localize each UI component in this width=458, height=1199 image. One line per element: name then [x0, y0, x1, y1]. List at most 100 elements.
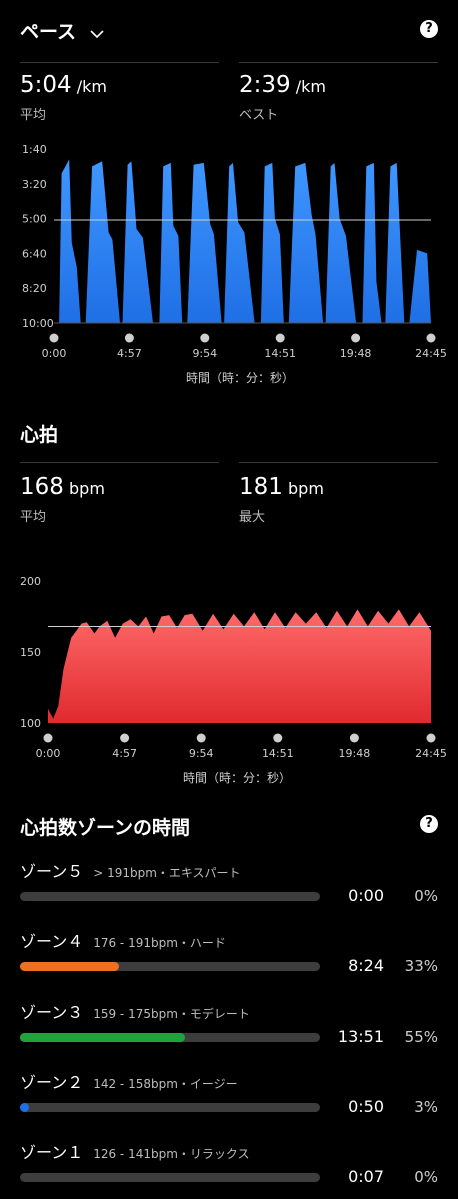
zones-title: 心拍数ゾーンの時間 [20, 817, 191, 839]
pace-title: ペース [20, 21, 77, 43]
zone-progress-track [20, 962, 320, 971]
zone-row: ゾーン２ 142 - 158bpm・イージー 0:50 3% [20, 1069, 440, 1129]
zone-range: 176 - 191bpm・ハード [93, 936, 226, 950]
zones-help-icon[interactable]: ? [420, 815, 438, 833]
hr-x-tick-dot [349, 733, 359, 743]
heart-rate-max-value: 181 [239, 474, 283, 500]
zone-name: ゾーン５ [20, 862, 84, 881]
zone-header: ゾーン５ > 191bpm・エキスパート [20, 858, 241, 882]
zone-percent: 3% [414, 1098, 438, 1116]
hr-y-tick-label: 200 [20, 575, 41, 588]
pace-x-tick-label: 0:00 [42, 347, 67, 360]
hr-x-tick-label: 24:45 [415, 747, 447, 760]
pace-best-unit: /km [295, 77, 326, 96]
hr-x-tick-dot [196, 733, 206, 743]
pace-x-tick-dot [124, 333, 134, 343]
zone-row: ゾーン１ 126 - 141bpm・リラックス 0:07 0% [20, 1139, 440, 1199]
zone-header: ゾーン２ 142 - 158bpm・イージー [20, 1069, 238, 1093]
zone-percent: 33% [404, 957, 438, 975]
zone-range: 159 - 175bpm・モデレート [93, 1007, 250, 1021]
zone-percent: 0% [414, 1168, 438, 1186]
zone-row: ゾーン４ 176 - 191bpm・ハード 8:24 33% [20, 928, 440, 988]
hr-x-tick-label: 0:00 [36, 747, 61, 760]
zone-range: 126 - 141bpm・リラックス [93, 1147, 250, 1161]
heart-rate-average-unit: bpm [69, 479, 105, 498]
pace-x-tick-label: 19:48 [340, 347, 372, 360]
heart-rate-title: 心拍 [20, 424, 59, 446]
zone-progress-fill [20, 1033, 185, 1042]
pace-x-tick-label: 9:54 [192, 347, 217, 360]
pace-help-icon[interactable]: ? [420, 20, 438, 38]
hr-x-tick-dot [426, 733, 436, 743]
zone-progress-track [20, 892, 320, 901]
pace-y-tick-label: 1:40 [22, 143, 47, 156]
zone-time: 13:51 [337, 1027, 384, 1046]
heart-rate-average-value: 168 [20, 474, 64, 500]
zone-name: ゾーン３ [20, 1003, 84, 1022]
hr-y-tick-label: 100 [20, 717, 41, 730]
pace-average-label: 平均 [20, 108, 47, 123]
zone-time: 0:00 [348, 886, 384, 905]
pace-chart: 1:40 3:20 5:00 6:40 8:20 10:00 0:00 4:57 9:54 14:… [22, 143, 447, 385]
zone-time: 8:24 [348, 956, 384, 975]
zone-name: ゾーン１ [20, 1143, 84, 1162]
pace-x-tick-label: 24:45 [415, 347, 447, 360]
pace-x-tick-dot [426, 333, 436, 343]
pace-x-axis-label: 時間（時：分：秒） [186, 371, 294, 385]
pace-x-tick-dot [200, 333, 210, 343]
hr-y-tick-label: 150 [20, 646, 41, 659]
pace-average-value: 5:04 [20, 72, 72, 98]
zone-progress-fill [20, 1103, 29, 1112]
zone-row: ゾーン５ > 191bpm・エキスパート 0:00 0% [20, 858, 440, 918]
zone-progress-track [20, 1033, 320, 1042]
pace-best: 2:39 /km [239, 72, 326, 98]
pace-average: 5:04 /km [20, 72, 107, 98]
pace-x-tick-label: 14:51 [264, 347, 296, 360]
zone-progress-fill [20, 962, 119, 971]
divider [20, 62, 219, 63]
zone-header: ゾーン４ 176 - 191bpm・ハード [20, 928, 226, 952]
zone-range: > 191bpm・エキスパート [93, 866, 241, 880]
pace-area [54, 159, 431, 323]
divider [239, 62, 438, 63]
heart-rate-max: 181 bpm [239, 474, 324, 500]
heart-rate-max-unit: bpm [288, 479, 324, 498]
zone-header: ゾーン１ 126 - 141bpm・リラックス [20, 1139, 250, 1163]
zone-progress-track [20, 1173, 320, 1182]
hr-x-tick-label: 4:57 [112, 747, 137, 760]
hr-x-tick-label: 9:54 [189, 747, 214, 760]
divider [239, 462, 438, 463]
heart-rate-average: 168 bpm [20, 474, 105, 500]
heart-rate-chart: 200 150 100 0:00 4:57 9:54 14:51 19:48 24:45 時間（時… [20, 575, 447, 785]
zone-percent: 0% [414, 887, 438, 905]
hr-x-tick-label: 14:51 [262, 747, 294, 760]
zone-name: ゾーン２ [20, 1073, 84, 1092]
pace-x-tick-dot [49, 333, 59, 343]
pace-y-tick-label: 3:20 [22, 178, 47, 191]
zone-name: ゾーン４ [20, 932, 84, 951]
hr-x-tick-dot [120, 733, 130, 743]
pace-average-unit: /km [76, 77, 107, 96]
hr-x-axis-label: 時間（時：分：秒） [183, 771, 291, 785]
hr-x-tick-dot [43, 733, 53, 743]
pace-x-tick-dot [351, 333, 361, 343]
divider [20, 462, 219, 463]
pace-x-tick-dot [275, 333, 285, 343]
zone-percent: 55% [404, 1028, 438, 1046]
zone-row: ゾーン３ 159 - 175bpm・モデレート 13:51 55% [20, 999, 440, 1059]
zone-header: ゾーン３ 159 - 175bpm・モデレート [20, 999, 250, 1023]
zone-time: 0:50 [348, 1097, 384, 1116]
pace-y-tick-label: 6:40 [22, 247, 47, 260]
pace-best-value: 2:39 [239, 72, 291, 98]
pace-best-label: ベスト [239, 108, 279, 123]
heart-rate-max-label: 最大 [239, 510, 266, 525]
zone-progress-track [20, 1103, 320, 1112]
chevron-down-icon [89, 22, 105, 44]
pace-title-dropdown[interactable]: ペース [20, 17, 105, 44]
hr-x-tick-label: 19:48 [339, 747, 371, 760]
pace-y-tick-label: 10:00 [22, 317, 54, 330]
pace-y-tick-label: 8:20 [22, 282, 47, 295]
zone-time: 0:07 [348, 1167, 384, 1186]
hr-x-tick-dot [273, 733, 283, 743]
pace-x-tick-label: 4:57 [117, 347, 142, 360]
